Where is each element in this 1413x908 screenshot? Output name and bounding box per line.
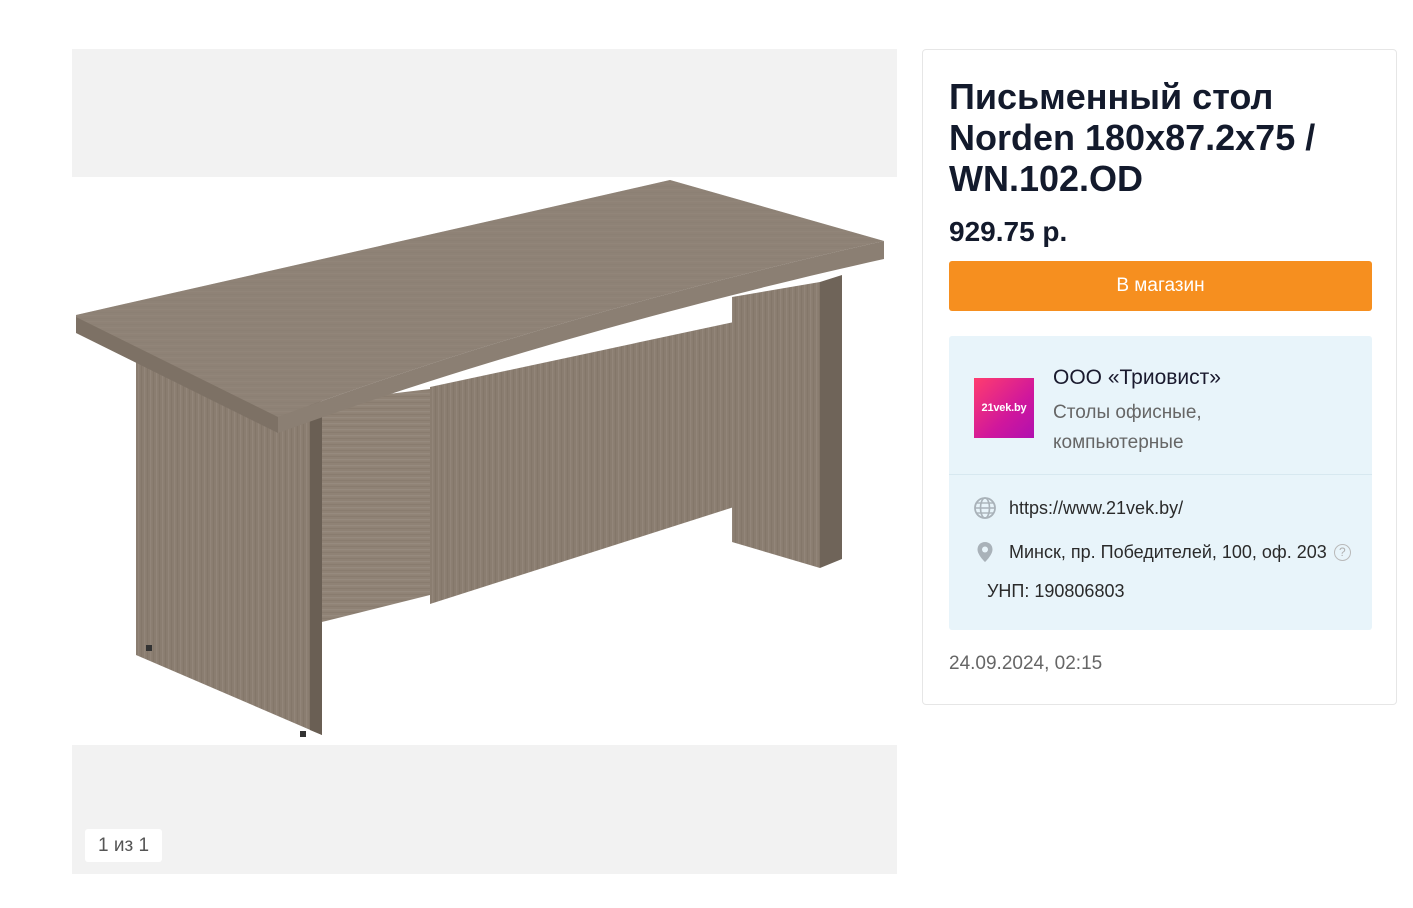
seller-logo[interactable]: 21vek.by bbox=[974, 378, 1034, 438]
product-price: 929.75 р. bbox=[949, 216, 1068, 247]
seller-website-link[interactable]: https://www.21vek.by/ bbox=[1009, 498, 1183, 519]
seller-name[interactable]: ООО «Триовист» bbox=[1053, 366, 1221, 390]
offer-timestamp: 24.09.2024, 02:15 bbox=[949, 653, 1103, 674]
location-pin-icon bbox=[973, 540, 997, 564]
seller-website-row: https://www.21vek.by/ bbox=[973, 496, 1183, 520]
seller-unp: УНП: 190806803 bbox=[987, 581, 1125, 601]
product-gallery: 1 из 1 bbox=[72, 49, 897, 874]
product-title: Письменный стол Norden 180x87.2x75 / WN.… bbox=[949, 76, 1316, 199]
product-image[interactable] bbox=[72, 177, 897, 745]
question-icon[interactable]: ? bbox=[1333, 543, 1351, 561]
go-to-shop-button[interactable]: В магазин bbox=[949, 261, 1372, 311]
globe-icon bbox=[973, 496, 997, 520]
image-counter: 1 из 1 bbox=[85, 829, 163, 862]
seller-address: Минск, пр. Победителей, 100, оф. 203 bbox=[1009, 541, 1327, 562]
offer-card: Письменный стол Norden 180x87.2x75 / WN.… bbox=[922, 49, 1397, 705]
seller-unp-row: УНП: 190806803 bbox=[987, 581, 1124, 602]
seller-address-row: Минск, пр. Победителей, 100, оф. 203 ? bbox=[973, 540, 1351, 564]
seller-category: Столы офисные, компьютерные bbox=[1053, 402, 1202, 453]
desk-illustration bbox=[76, 180, 884, 737]
seller-info: 21vek.by ООО «Триовист» Столы офисные, к… bbox=[949, 336, 1372, 630]
seller-header: 21vek.by ООО «Триовист» Столы офисные, к… bbox=[949, 336, 1372, 475]
